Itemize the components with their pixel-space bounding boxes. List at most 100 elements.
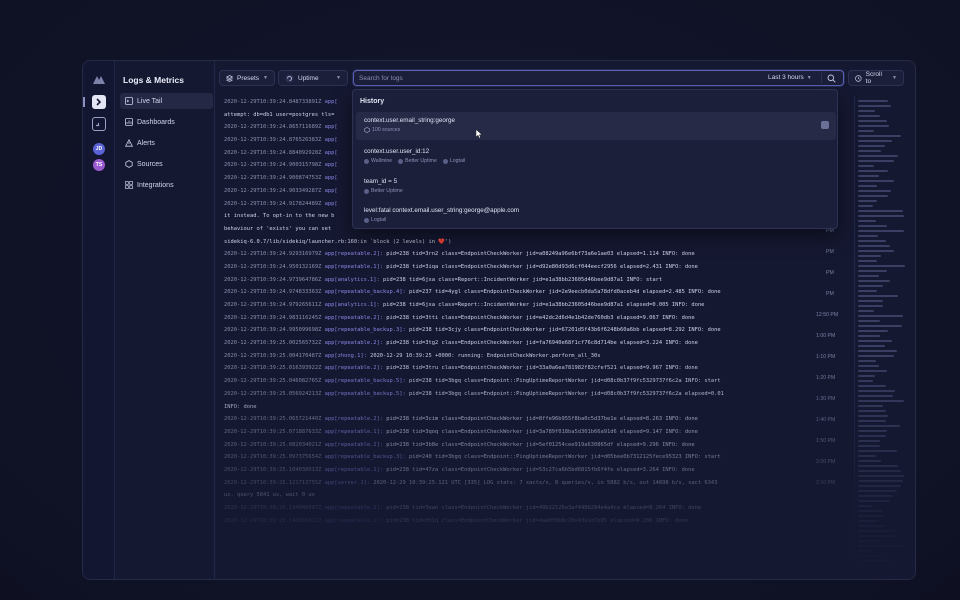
minimap-bar (858, 315, 903, 317)
log-line[interactable]: 2020-12-29T10:39:24.973964786Z app[analy… (224, 274, 814, 287)
log-message: pid=238 tid=6jxa class=Report::IncidentW… (379, 302, 705, 308)
timeline-label: 1:50 PM (816, 438, 836, 444)
timeline-label: 1:00 PM (816, 333, 836, 339)
source-select[interactable]: Uptime ▼ (278, 70, 348, 86)
log-line[interactable]: 2020-12-29T10:39:25.071887633Z app[repea… (224, 426, 814, 439)
sidebar-item-integrations[interactable]: Integrations (120, 177, 213, 193)
log-timestamp: 2020-12-29T10:39:24.929316979Z (224, 251, 322, 258)
log-timestamp: 2020-12-29T10:39:24.900874753Z (224, 175, 322, 182)
clock-icon (855, 74, 862, 82)
minimap-bar (858, 465, 898, 467)
log-message: pid=238 tid=3qoq class=EndpointCheckWork… (383, 428, 698, 435)
history-entry[interactable]: context.user.email_string:george 100 sou… (356, 112, 836, 140)
timeline-label: 1:30 PM (816, 396, 836, 402)
avatar-2[interactable]: TS (93, 159, 105, 171)
log-line[interactable]: 2020-12-29T10:39:25.082034021Z app[repea… (224, 439, 814, 452)
log-line[interactable]: 2020-12-29T10:39:24.974833363Z app[repea… (224, 286, 814, 299)
log-line[interactable]: 2020-12-29T10:39:25.002565732Z app[repea… (224, 337, 814, 350)
logs-app-icon[interactable] (92, 95, 106, 109)
history-entry[interactable]: context.user.user_id:12 Wallmine Better … (356, 143, 836, 171)
minimap-bar (858, 555, 884, 557)
log-context: app[analytics.1]: (324, 276, 380, 283)
log-context: app[repeatable.1]: (324, 428, 384, 435)
log-context: app[repeatable_backup.4]: (324, 289, 406, 296)
log-line[interactable]: 2020-12-29T10:39:25.065721440Z app[repea… (224, 413, 814, 426)
log-line[interactable]: 2020-12-29T10:39:24.929316979Z app[repea… (224, 248, 814, 261)
presets-button[interactable]: Presets ▼ (219, 70, 275, 86)
history-entry[interactable]: team_id = 5 Better Uptime (356, 173, 836, 201)
minimap-bar (858, 330, 888, 332)
history-entry[interactable]: level:fatal context.email.user_string:ge… (356, 202, 836, 230)
search-icon[interactable] (827, 74, 836, 83)
minimap-bar (858, 150, 881, 152)
minimap-bar (858, 255, 881, 257)
minimap-bar (858, 295, 898, 297)
minimap-bar (858, 305, 883, 307)
scroll-to-button[interactable]: Scroll to ▼ (848, 70, 904, 86)
log-timestamp: 2020-12-29T10:39:25.104038013Z (224, 466, 322, 473)
log-line[interactable]: 2020-12-29T10:39:25.056924213Z app[repea… (224, 388, 814, 401)
log-message: behaviour of 'exists' you can set (224, 225, 332, 232)
log-line[interactable]: 2020-12-29T10:39:24.950132169Z app[repea… (224, 261, 814, 274)
minimap-bar (858, 265, 905, 267)
log-message: pid=238 tid=3iqa class=EndpointCheckWork… (383, 263, 698, 270)
log-line[interactable]: 2020-12-29T10:39:24.979265611Z app[analy… (224, 299, 814, 312)
log-line[interactable]: 2020-12-29T10:39:24.995099698Z app[repea… (224, 324, 814, 337)
minimap-bar (858, 285, 883, 287)
log-message: pid=238 tid=3ewn class=EndpointCheckWork… (383, 505, 702, 511)
history-query: context.user.user_id:12 (364, 148, 430, 155)
sidebar-item-label: Dashboards (137, 118, 175, 126)
minimap[interactable] (854, 96, 910, 579)
log-line[interactable]: 2020-12-29T10:39:25.016393922Z app[repea… (224, 362, 814, 375)
log-line[interactable]: 2020-12-29T10:39:25.046082765Z app[repea… (224, 375, 814, 388)
log-message: INFO: done (224, 403, 257, 410)
log-line[interactable]: us, query 5841 us, wait 0 us (224, 489, 814, 502)
log-line[interactable]: 2020-12-29T10:39:25.121713755Z app[serve… (224, 477, 814, 490)
time-range-select[interactable]: Last 3 hours ▼ (768, 74, 812, 81)
history-tags: Wallmine Better Uptime Logtail (364, 158, 465, 164)
chevron-down-icon: ▼ (336, 75, 341, 81)
sidebar-item-sources[interactable]: Sources (120, 156, 213, 172)
sidebar-item-alerts[interactable]: Alerts (120, 135, 213, 151)
timeline-label: PM (826, 249, 834, 255)
minimap-bar (858, 300, 883, 302)
minimap-bar (858, 275, 879, 277)
log-context: app[ (324, 99, 338, 105)
log-message: pid=240 tid=3bgq class=Endpoint::PingUpt… (405, 454, 721, 461)
minimap-bar (858, 215, 904, 217)
timeline-label: 12:50 PM (816, 312, 839, 318)
minimap-bar (858, 140, 892, 142)
log-line[interactable]: sidekiq-6.0.7/lib/sidekiq/launcher.rb:16… (224, 236, 814, 249)
log-line[interactable]: 2020-12-29T10:39:25.104038013Z app[repea… (224, 464, 814, 477)
log-line[interactable]: 2020-12-29T10:39:25.140036611Z app[repea… (224, 515, 814, 528)
avatar-1[interactable]: JD (93, 143, 105, 155)
search-input[interactable] (359, 71, 739, 85)
minimap-bar (858, 320, 880, 322)
log-line[interactable]: 2020-12-29T10:39:25.097375654Z app[repea… (224, 451, 814, 464)
log-context: app[repeatable.2]: (324, 314, 384, 321)
log-timestamp: 2020-12-29T10:39:25.056924213Z (224, 390, 322, 397)
sidebar-item-live-tail[interactable]: Live Tail (120, 93, 213, 109)
timeline-label: PM (826, 291, 834, 297)
minimap-bar (858, 475, 904, 477)
history-tags: 100 sources (364, 127, 400, 133)
log-line[interactable]: 2020-12-29T10:39:25.134040097Z app[repea… (224, 502, 814, 515)
log-context: app[ (324, 149, 338, 156)
log-line[interactable]: 2020-12-29T10:39:24.983116245Z app[repea… (224, 312, 814, 325)
sidebar-item-dashboards[interactable]: Dashboards (120, 114, 213, 130)
minimap-bar (858, 230, 904, 232)
uptime-app-icon[interactable] (92, 117, 106, 131)
log-line[interactable]: INFO: done (224, 401, 814, 414)
minimap-bar (858, 450, 897, 452)
log-message: pid=237 tid=4ygl class=EndpointCheckWork… (405, 289, 721, 296)
source-dot-icon (442, 158, 448, 164)
minimap-bar (858, 505, 872, 507)
sources-icon (364, 127, 370, 133)
minimap-bar (858, 205, 873, 207)
log-timestamp: 2020-12-29T10:39:24.900315798Z (224, 162, 322, 169)
log-message: pid=238 tid=47za class=EndpointCheckWork… (383, 466, 695, 473)
log-line[interactable]: 2020-12-29T10:39:25.004170487Z app[zhong… (224, 350, 814, 363)
minimap-bar (858, 360, 876, 362)
minimap-bar (858, 130, 874, 132)
log-message: pid=238 tid=3b8e class=EndpointCheckWork… (383, 441, 695, 448)
